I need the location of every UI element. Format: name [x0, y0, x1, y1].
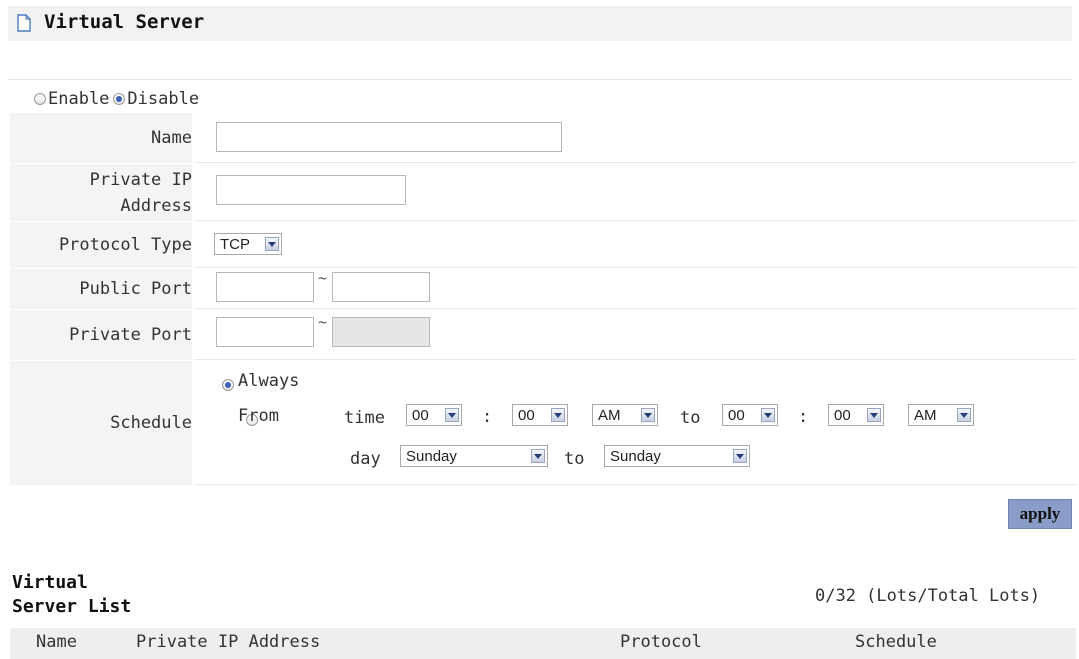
private-ip-label-line1: Private IP: [89, 169, 192, 190]
public-port-separator: ~: [318, 269, 328, 287]
public-port-from-input[interactable]: [216, 272, 314, 302]
private-port-label: Private Port: [69, 325, 192, 345]
private-port-row: Private Port ~: [10, 310, 1076, 360]
protocol-select[interactable]: TCP: [214, 233, 282, 255]
private-ip-row: Private IP Address: [10, 164, 1076, 221]
page-title: Virtual Server: [44, 11, 205, 33]
name-row: Name: [10, 113, 1076, 163]
chevron-down-icon[interactable]: [445, 408, 459, 422]
column-header-protocol: Protocol: [620, 632, 702, 652]
chevron-down-icon[interactable]: [531, 449, 545, 463]
chevron-down-icon[interactable]: [551, 408, 565, 422]
private-ip-label-cell: Private IP Address: [10, 164, 192, 221]
end-hour-select[interactable]: 00: [722, 404, 778, 426]
status-radio-group: Enable Disable: [34, 87, 203, 111]
end-hour-value: 00: [728, 406, 745, 424]
disable-label[interactable]: Disable: [127, 89, 199, 109]
end-minute-select[interactable]: 00: [828, 404, 884, 426]
name-input[interactable]: [216, 122, 562, 152]
end-day-value: Sunday: [610, 447, 661, 465]
end-day-select[interactable]: Sunday: [604, 445, 750, 467]
start-day-select[interactable]: Sunday: [400, 445, 548, 467]
end-minute-value: 00: [834, 406, 851, 424]
start-hour-select[interactable]: 00: [406, 404, 462, 426]
schedule-label: Schedule: [110, 413, 192, 433]
disable-radio[interactable]: [113, 93, 126, 105]
start-time-colon: :: [482, 407, 493, 427]
apply-button[interactable]: apply: [1008, 499, 1072, 529]
always-label[interactable]: Always: [238, 371, 299, 391]
public-port-label-cell: Public Port: [10, 269, 192, 309]
day-to-label: to: [564, 449, 585, 469]
always-radio[interactable]: [222, 379, 234, 391]
end-ampm-value: AM: [914, 406, 937, 424]
private-ip-input[interactable]: [216, 175, 406, 205]
column-header-private-ip: Private IP Address: [136, 632, 321, 652]
schedule-row: Schedule Always From time 00 : 00 AM to: [10, 361, 1076, 485]
enable-radio[interactable]: [34, 93, 46, 105]
list-title-line1: Virtual: [12, 572, 88, 593]
start-day-value: Sunday: [406, 447, 457, 465]
private-port-separator: ~: [318, 313, 328, 331]
chevron-down-icon[interactable]: [761, 408, 775, 422]
time-label: time: [344, 408, 385, 428]
private-port-from-input[interactable]: [216, 317, 314, 347]
start-ampm-value: AM: [598, 406, 621, 424]
enable-label[interactable]: Enable: [48, 89, 109, 109]
name-label-cell: Name: [10, 113, 192, 163]
private-ip-label-line2: Address: [120, 195, 192, 216]
public-port-label: Public Port: [79, 279, 192, 299]
day-label: day: [350, 449, 381, 469]
end-time-colon: :: [798, 407, 809, 427]
column-header-name: Name: [36, 632, 77, 652]
start-minute-value: 00: [518, 406, 535, 424]
private-port-to-input: [332, 317, 430, 347]
divider: [8, 79, 1072, 80]
start-ampm-select[interactable]: AM: [592, 404, 658, 426]
from-label[interactable]: From: [238, 406, 279, 426]
list-title-line2: Server List: [12, 596, 132, 617]
protocol-row: Protocol Type TCP: [10, 222, 1076, 268]
protocol-label: Protocol Type: [58, 235, 192, 255]
document-icon: [17, 14, 31, 32]
start-minute-select[interactable]: 00: [512, 404, 568, 426]
chevron-down-icon[interactable]: [733, 449, 747, 463]
chevron-down-icon[interactable]: [641, 408, 655, 422]
public-port-to-input[interactable]: [332, 272, 430, 302]
schedule-label-cell: Schedule: [10, 361, 192, 485]
time-to-label: to: [680, 408, 701, 428]
end-ampm-select[interactable]: AM: [908, 404, 974, 426]
column-header-schedule: Schedule: [855, 632, 937, 652]
start-hour-value: 00: [412, 406, 429, 424]
chevron-down-icon[interactable]: [265, 237, 279, 251]
chevron-down-icon[interactable]: [957, 408, 971, 422]
list-title: Virtual Server List: [12, 571, 131, 619]
chevron-down-icon[interactable]: [867, 408, 881, 422]
list-count: 0/32 (Lots/Total Lots): [815, 586, 1041, 606]
protocol-label-cell: Protocol Type: [10, 222, 192, 268]
private-port-label-cell: Private Port: [10, 310, 192, 360]
public-port-row: Public Port ~: [10, 269, 1076, 309]
protocol-select-value: TCP: [220, 235, 250, 253]
name-label: Name: [151, 128, 192, 148]
